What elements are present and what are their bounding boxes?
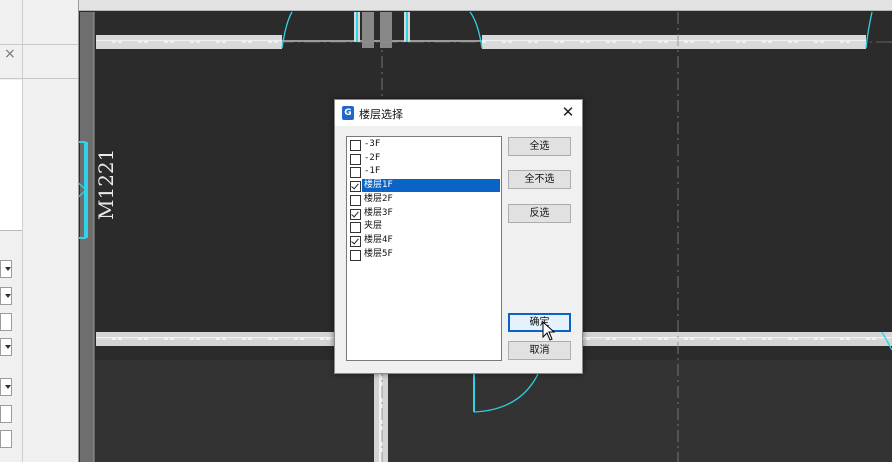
floor-list-item[interactable]: -1F (348, 165, 500, 179)
floor-checkbox[interactable] (350, 153, 361, 165)
select-none-button[interactable]: 全不选 (508, 170, 571, 189)
floor-checkbox[interactable] (350, 167, 361, 179)
floor-checkbox[interactable] (350, 249, 361, 261)
cancel-button[interactable]: 取消 (508, 341, 571, 360)
floor-label: -2F (364, 152, 381, 163)
floor-label: 楼层5F (364, 248, 393, 259)
floor-list-item[interactable]: -2F (348, 152, 500, 166)
floor-select-dialog: G 楼层选择 ✕ -3F -2F -1F 楼层1F 楼层2F 楼层3F 夹层楼层4F 楼层5F… (334, 99, 583, 374)
floor-label: 楼层2F (364, 193, 393, 204)
floor-label: 楼层3F (364, 207, 393, 218)
floor-list-item[interactable]: -3F (348, 138, 500, 152)
panel-input[interactable] (0, 313, 12, 331)
panel-input[interactable] (0, 405, 12, 423)
floor-list-item[interactable]: 楼层4F (348, 234, 500, 248)
panel-preview-area (0, 80, 22, 231)
floor-list[interactable]: -3F -2F -1F 楼层1F 楼层2F 楼层3F 夹层楼层4F 楼层5F (346, 136, 502, 361)
select-all-button[interactable]: 全选 (508, 137, 571, 156)
floor-list-item[interactable]: 夹层 (348, 220, 500, 234)
floor-checkbox[interactable] (350, 208, 361, 220)
panel-close-icon[interactable]: × (4, 46, 16, 62)
invert-selection-button[interactable]: 反选 (508, 204, 571, 223)
door-label: M1221 (94, 148, 118, 220)
floor-list-item[interactable]: 楼层3F (348, 207, 500, 221)
floor-checkbox[interactable] (350, 140, 361, 151)
floor-checkbox[interactable] (350, 235, 361, 247)
close-icon[interactable]: ✕ (558, 102, 578, 122)
ok-button[interactable]: 确定 (508, 313, 571, 332)
floor-label: 楼层1F (361, 178, 501, 194)
panel-dropdown[interactable] (0, 287, 12, 305)
app-logo-icon: G (342, 106, 354, 120)
floor-label: 楼层4F (364, 234, 393, 245)
floor-checkbox[interactable] (350, 222, 361, 234)
floor-list-item[interactable]: 楼层1F (348, 178, 501, 194)
panel-dropdown[interactable] (0, 338, 12, 356)
floor-label: -3F (364, 139, 381, 149)
dialog-titlebar[interactable]: G 楼层选择 ✕ (335, 100, 582, 126)
floor-list-item[interactable]: 楼层5F (348, 248, 500, 262)
panel-dropdown[interactable] (0, 260, 12, 278)
dialog-title: 楼层选择 (359, 108, 403, 121)
left-property-panel: × (0, 0, 79, 462)
floor-label: 夹层 (364, 221, 383, 232)
panel-input[interactable] (0, 430, 12, 448)
panel-dropdown[interactable] (0, 378, 12, 396)
floor-list-item[interactable]: 楼层2F (348, 193, 500, 207)
floor-checkbox[interactable] (350, 181, 361, 193)
floor-label: -1F (364, 166, 381, 177)
top-toolbar-strip (0, 0, 892, 11)
mouse-pointer-icon (542, 321, 556, 341)
floor-checkbox[interactable] (350, 194, 361, 206)
